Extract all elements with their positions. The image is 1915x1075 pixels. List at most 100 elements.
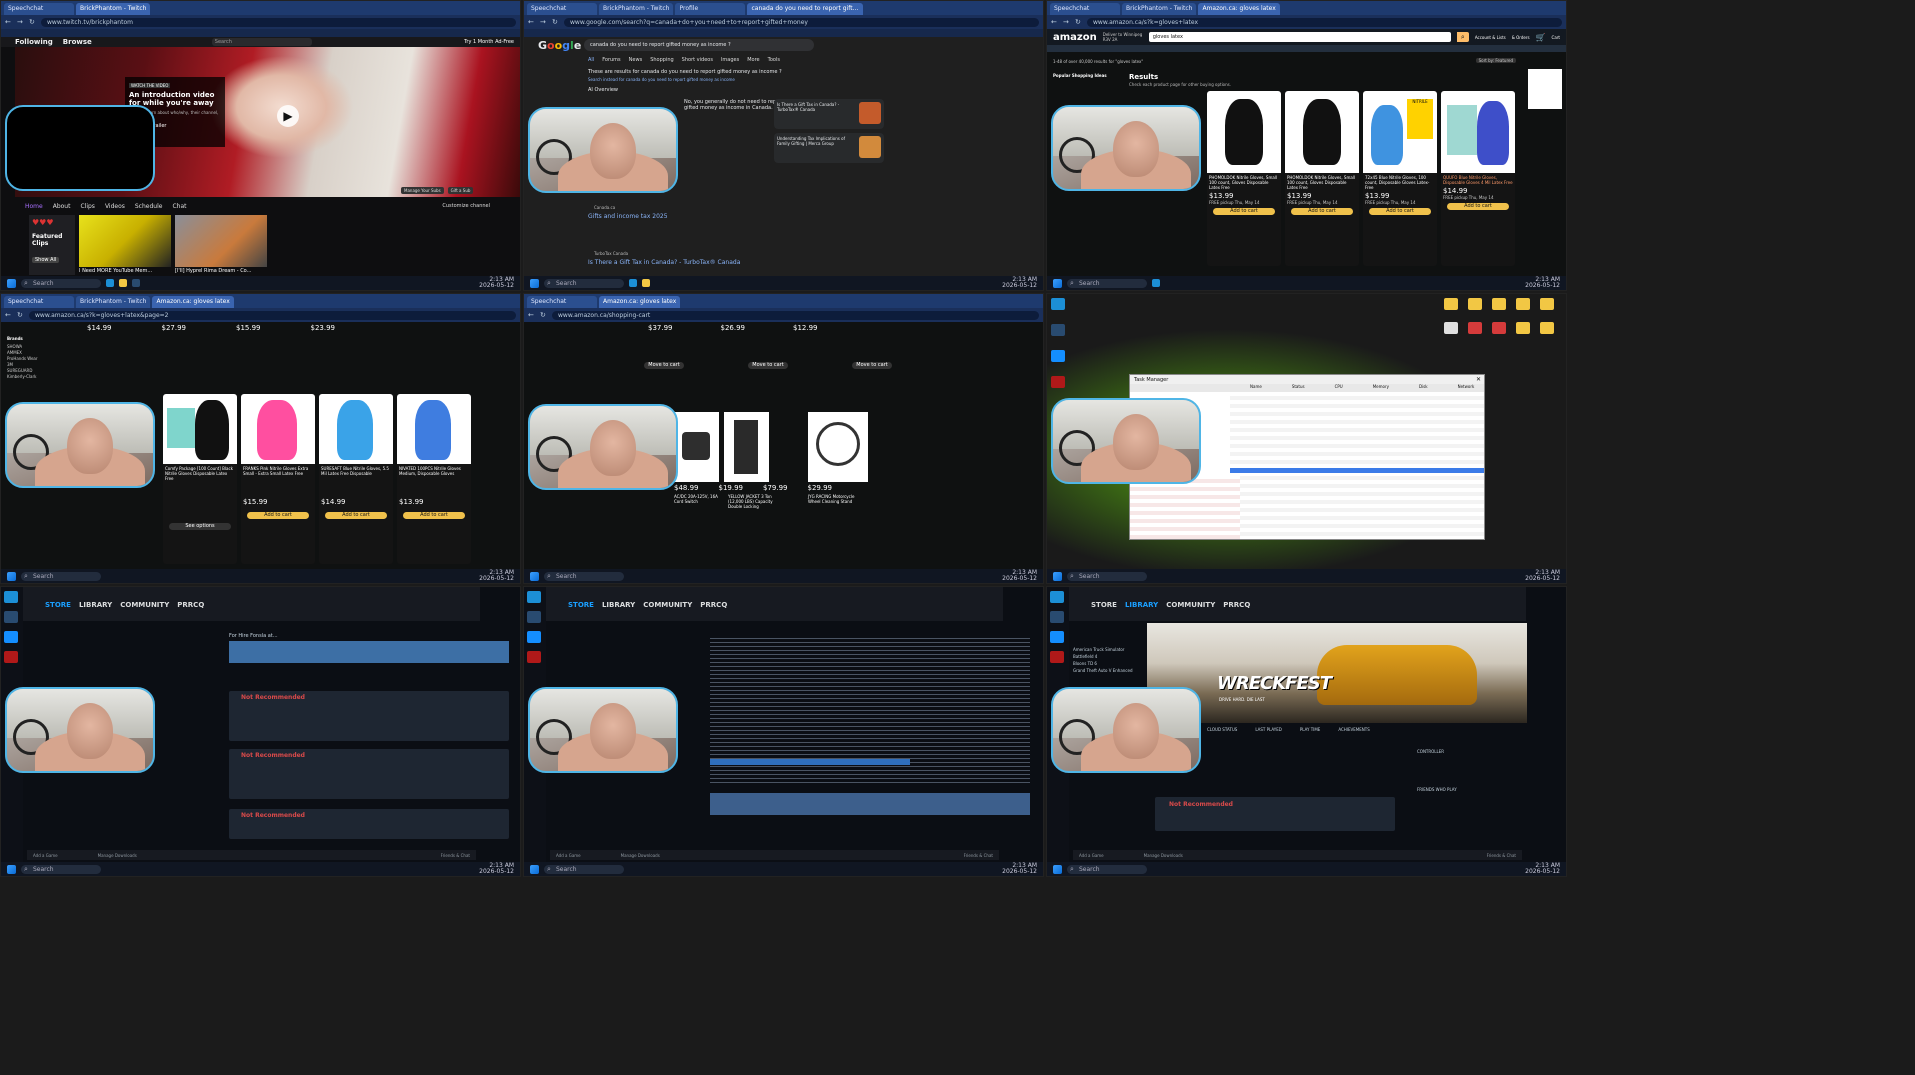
windows-start-icon[interactable] bbox=[530, 864, 539, 874]
battlenet-desktop-icon[interactable] bbox=[1050, 631, 1064, 643]
edge-icon[interactable] bbox=[629, 279, 637, 287]
nav-library[interactable]: LIBRARY bbox=[602, 601, 635, 609]
search-box[interactable]: canada do you need to report gifted mone… bbox=[584, 39, 814, 51]
taskbar-search[interactable]: Search bbox=[544, 571, 624, 581]
result-2-title[interactable]: Is There a Gift Tax in Canada? - TurboTa… bbox=[588, 259, 740, 266]
sort-dropdown[interactable]: Sort by: Featured bbox=[1475, 58, 1516, 63]
edge-desktop-icon[interactable] bbox=[527, 591, 541, 603]
nav-profile[interactable]: PRRCQ bbox=[1223, 601, 1250, 609]
manage-subs-button[interactable]: Manage Your Subs bbox=[401, 187, 444, 194]
refresh-icon[interactable]: ↻ bbox=[540, 311, 548, 319]
windows-start-icon[interactable] bbox=[1053, 278, 1062, 288]
product-title[interactable]: NIVATED 100PCS Nitrile Gloves Medium, Di… bbox=[397, 464, 471, 478]
tab-amazon[interactable]: Amazon.ca: gloves latex bbox=[1198, 3, 1280, 15]
friends-chat-button[interactable]: Friends & Chat bbox=[441, 853, 470, 858]
windows-start-icon[interactable] bbox=[1053, 864, 1062, 874]
nav-profile[interactable]: PRRCQ bbox=[700, 601, 727, 609]
filter-short-videos[interactable]: Short videos bbox=[682, 57, 713, 63]
filter-news[interactable]: News bbox=[629, 57, 643, 63]
tab-speechchat[interactable]: Speechchat bbox=[4, 3, 74, 15]
taskbar-search[interactable]: Search bbox=[544, 278, 624, 288]
back-icon[interactable]: ← bbox=[5, 311, 13, 319]
nav-library[interactable]: LIBRARY bbox=[79, 601, 112, 609]
brand-filter[interactable]: SHOWA bbox=[7, 344, 38, 349]
battlenet-desktop-icon[interactable] bbox=[1051, 350, 1065, 362]
cart-label[interactable]: Cart bbox=[1552, 35, 1560, 40]
taskbar-search[interactable]: Search bbox=[1067, 278, 1147, 288]
clip-title-2[interactable]: [I'll] Hyprel Rima Dream - Co... bbox=[175, 268, 267, 274]
filter-more[interactable]: More bbox=[747, 57, 759, 63]
nav-browse[interactable]: Browse bbox=[63, 38, 92, 46]
add-to-cart-button[interactable]: Add to cart bbox=[1447, 203, 1509, 210]
column-header[interactable]: Status bbox=[1292, 384, 1305, 392]
taskbar-search[interactable]: Search bbox=[1067, 864, 1147, 874]
channel-tab-clips[interactable]: Clips bbox=[80, 203, 94, 210]
url-field[interactable]: www.amazon.ca/shopping-cart bbox=[552, 310, 1039, 320]
folder-icon[interactable] bbox=[1444, 298, 1458, 310]
brand-filter[interactable]: AMMEX bbox=[7, 350, 38, 355]
back-icon[interactable]: ← bbox=[1051, 18, 1059, 26]
edge-icon[interactable] bbox=[106, 279, 114, 287]
channel-tab-chat[interactable]: Chat bbox=[172, 203, 186, 210]
library-item[interactable]: American Truck Simulator bbox=[1073, 647, 1143, 652]
product-card[interactable]: QUUFO Blue Nitrile Gloves, Disposable Gl… bbox=[1441, 91, 1515, 266]
forward-icon[interactable]: → bbox=[540, 18, 548, 26]
filter-all[interactable]: All bbox=[588, 57, 594, 63]
column-header[interactable]: Disk bbox=[1419, 384, 1428, 392]
product-card[interactable]: NIVATED 100PCS Nitrile Gloves Medium, Di… bbox=[397, 394, 471, 564]
account-link[interactable]: Account & Lists bbox=[1475, 35, 1506, 40]
tab-speechchat[interactable]: Speechchat bbox=[527, 3, 597, 15]
library-item[interactable]: Grand Theft Auto V Enhanced bbox=[1073, 668, 1143, 673]
column-header[interactable]: Network bbox=[1458, 384, 1475, 392]
product-card[interactable]: FRANKS Pink Nitrile Gloves Extra Small -… bbox=[241, 394, 315, 564]
folder-icon[interactable] bbox=[1492, 298, 1506, 310]
back-icon[interactable]: ← bbox=[5, 18, 13, 26]
refresh-icon[interactable]: ↻ bbox=[17, 311, 25, 319]
url-field[interactable]: www.amazon.ca/s?k=gloves+latex&page=2 bbox=[29, 310, 516, 320]
add-to-cart-button[interactable]: Add to cart bbox=[1369, 208, 1431, 215]
filter-forums[interactable]: Forums bbox=[602, 57, 620, 63]
windows-start-icon[interactable] bbox=[7, 864, 16, 874]
game-desktop-icon[interactable] bbox=[1050, 651, 1064, 663]
product-title[interactable]: PHOMOLDOK Nitrile Gloves, Small 100 coun… bbox=[1207, 173, 1281, 192]
back-icon[interactable]: ← bbox=[528, 311, 536, 319]
folder-icon[interactable] bbox=[1516, 298, 1530, 310]
customize-link[interactable]: Customize channel bbox=[442, 203, 490, 209]
manage-downloads-button[interactable]: Manage Downloads bbox=[621, 853, 660, 858]
column-header[interactable]: Memory bbox=[1373, 384, 1389, 392]
add-to-cart-button[interactable]: Add to cart bbox=[247, 512, 309, 519]
product-card[interactable]: PHOMOLDOK Nitrile Gloves, Small 100 coun… bbox=[1207, 91, 1281, 266]
tab-amazon[interactable]: Amazon.ca: gloves latex bbox=[599, 296, 681, 308]
folder-icon[interactable] bbox=[1540, 298, 1554, 310]
search-instead[interactable]: Search instead for canada do you need to… bbox=[588, 77, 788, 82]
featured-clips-card[interactable]: ♥♥♥ Featured Clips Show All bbox=[29, 215, 75, 275]
product-title[interactable]: PHOMOLDOK Nitrile Gloves, Small 100 coun… bbox=[1285, 173, 1359, 192]
move-to-cart-button[interactable]: Move to cart bbox=[748, 362, 788, 369]
channel-tab-about[interactable]: About bbox=[53, 203, 71, 210]
windows-start-icon[interactable] bbox=[1053, 571, 1062, 581]
side-card-2[interactable]: Understanding Tax Implications of Family… bbox=[774, 133, 884, 163]
product-card[interactable]: Comfy Package [100 Count] Black Nitrile … bbox=[163, 394, 237, 564]
nav-library[interactable]: LIBRARY bbox=[1125, 601, 1158, 609]
add-game-button[interactable]: Add a Game bbox=[1079, 853, 1104, 858]
steam-desktop-icon[interactable] bbox=[527, 611, 541, 623]
manage-downloads-button[interactable]: Manage Downloads bbox=[98, 853, 137, 858]
play-icon[interactable]: ▶ bbox=[277, 105, 299, 127]
amazon-logo[interactable]: amazon bbox=[1053, 32, 1097, 43]
refresh-icon[interactable]: ↻ bbox=[552, 18, 560, 26]
folder-icon[interactable] bbox=[1468, 298, 1482, 310]
edge-desktop-icon[interactable] bbox=[1051, 298, 1065, 310]
game-desktop-icon[interactable] bbox=[4, 651, 18, 663]
nav-store[interactable]: STORE bbox=[45, 601, 71, 609]
taskbar-search[interactable]: Search bbox=[21, 864, 101, 874]
nav-store[interactable]: STORE bbox=[568, 601, 594, 609]
add-game-button[interactable]: Add a Game bbox=[33, 853, 58, 858]
refresh-icon[interactable]: ↻ bbox=[1075, 18, 1083, 26]
add-to-cart-button[interactable]: Add to cart bbox=[1213, 208, 1275, 215]
clip-thumb-2[interactable] bbox=[175, 215, 267, 267]
manage-downloads-button[interactable]: Manage Downloads bbox=[1144, 853, 1183, 858]
result-1-title[interactable]: Gifts and income tax 2025 bbox=[588, 213, 668, 220]
tab-twitch[interactable]: BrickPhantom - Twitch bbox=[76, 3, 151, 15]
taskbar-search[interactable]: Search bbox=[1067, 571, 1147, 581]
sponsored-gloves-thumb[interactable] bbox=[1528, 69, 1562, 109]
